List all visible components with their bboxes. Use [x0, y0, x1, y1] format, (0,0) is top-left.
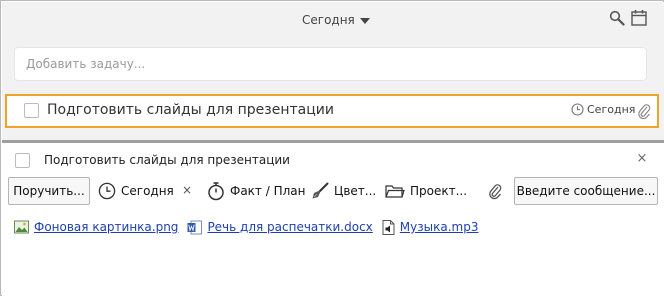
close-icon[interactable]: ×: [635, 152, 649, 166]
stopwatch-icon: [208, 182, 224, 201]
details-complete-checkbox[interactable]: [15, 153, 30, 168]
calendar-icon[interactable]: [630, 9, 648, 27]
audio-file-icon: [382, 219, 395, 235]
due-date-button[interactable]: Сегодня: [98, 177, 174, 205]
attachment-item[interactable]: Речь для распечатки.docx: [187, 220, 373, 235]
color-button[interactable]: Цвет...: [311, 177, 376, 205]
attachment-item[interactable]: Фоновая картинка.png: [14, 220, 178, 234]
date-selector[interactable]: Сегодня: [302, 11, 370, 29]
due-date-label: Сегодня: [121, 184, 174, 198]
attachment-link[interactable]: Музыка.mp3: [400, 220, 479, 234]
details-toolbar: Поручить... Сегодня × Факт / План Цвет..…: [8, 177, 660, 205]
search-icon[interactable]: [609, 10, 625, 26]
project-label: Проект...: [410, 184, 468, 198]
app-window: Сегодня Подготовить слайды для презентац…: [0, 0, 664, 296]
word-file-icon: [187, 220, 203, 234]
attachment-icon: [637, 102, 651, 120]
task-title: Подготовить слайды для презентации: [47, 102, 334, 118]
clear-due-date-icon[interactable]: ×: [182, 183, 192, 197]
task-due-date: Сегодня: [571, 103, 635, 116]
clock-icon: [98, 182, 116, 200]
time-tracking-label: Факт / План: [230, 184, 306, 198]
add-task-input[interactable]: [14, 47, 647, 81]
assign-button[interactable]: Поручить...: [8, 177, 90, 205]
date-selector-label: Сегодня: [302, 13, 355, 27]
task-complete-checkbox[interactable]: [24, 103, 39, 118]
message-button[interactable]: Введите сообщение...: [514, 177, 658, 205]
folder-icon: [385, 185, 405, 198]
attach-file-button[interactable]: [488, 177, 507, 205]
caret-down-icon: [359, 17, 370, 24]
task-list-panel: Сегодня Подготовить слайды для презентац…: [2, 2, 664, 140]
image-file-icon: [14, 220, 29, 234]
attachments-list: Фоновая картинка.png Речь для распечатки…: [14, 218, 487, 236]
color-label: Цвет...: [334, 184, 377, 198]
attachment-link[interactable]: Фоновая картинка.png: [34, 220, 178, 234]
attachment-link[interactable]: Речь для распечатки.docx: [207, 220, 372, 234]
attachment-item[interactable]: Музыка.mp3: [382, 219, 479, 235]
paint-brush-icon: [312, 182, 329, 199]
details-task-title: Подготовить слайды для презентации: [44, 153, 290, 167]
clock-icon: [571, 103, 584, 116]
task-row-selected[interactable]: Подготовить слайды для презентации Сегод…: [5, 94, 659, 128]
paperclip-icon: [489, 184, 502, 200]
task-due-label: Сегодня: [587, 103, 636, 116]
task-details-panel: Подготовить слайды для презентации × Пор…: [2, 143, 664, 296]
project-button[interactable]: Проект...: [385, 177, 467, 205]
time-tracking-button[interactable]: Факт / План: [207, 177, 306, 205]
